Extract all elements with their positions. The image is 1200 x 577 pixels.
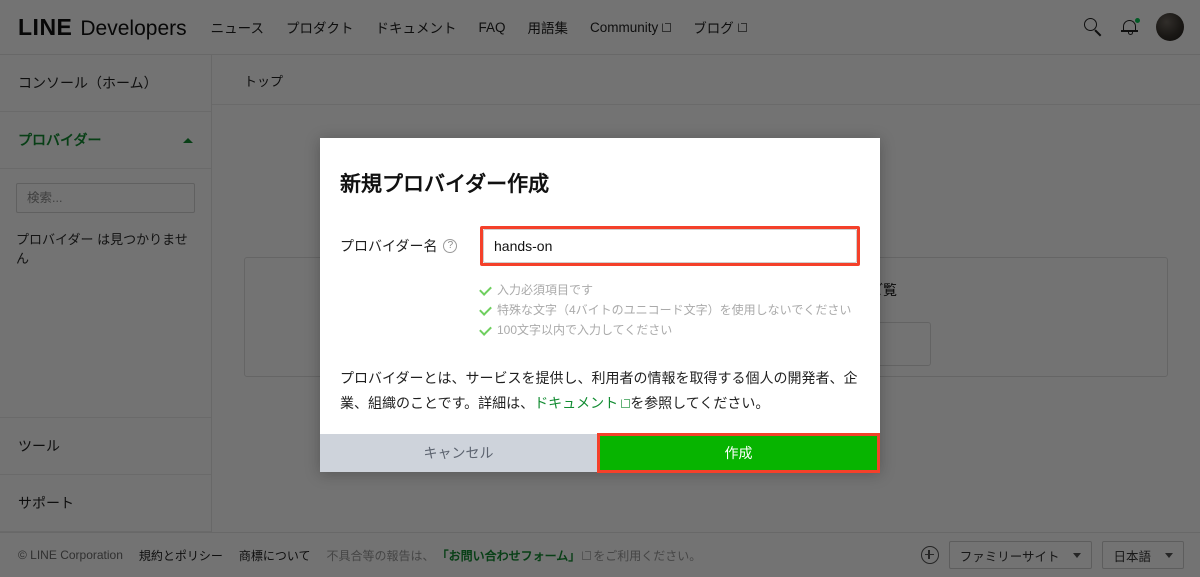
field-label-text: プロバイダー名 xyxy=(340,238,438,254)
dialog-actions: キャンセル 作成 xyxy=(320,433,880,474)
description-part2: を参照してください。 xyxy=(630,395,770,412)
validation-hint: 入力必須項目です xyxy=(479,280,860,300)
provider-name-input[interactable] xyxy=(483,229,857,263)
create-button[interactable]: 作成 xyxy=(600,436,877,471)
check-icon xyxy=(479,323,492,336)
dialog-title: 新規プロバイダー作成 xyxy=(340,173,550,196)
validation-hint: 特殊な文字（4バイトのユニコード文字）を使用しないでください xyxy=(479,300,860,320)
create-button-highlight: 作成 xyxy=(597,433,880,474)
provider-name-field-row: プロバイダー名 ? xyxy=(340,226,860,266)
validation-hint-text: 100文字以内で入力してください xyxy=(497,323,673,337)
validation-hint-text: 特殊な文字（4バイトのユニコード文字）を使用しないでください xyxy=(497,303,852,317)
input-highlight-box xyxy=(480,226,860,266)
documentation-link[interactable]: ドキュメント xyxy=(534,391,631,416)
external-link-icon xyxy=(621,399,631,409)
validation-hint: 100文字以内で入力してください xyxy=(479,320,860,340)
cancel-button[interactable]: キャンセル xyxy=(320,434,597,473)
dialog-description: プロバイダーとは、サービスを提供し、利用者の情報を取得する個人の開発者、企業、組… xyxy=(340,366,860,416)
validation-hint-list: 入力必須項目です 特殊な文字（4バイトのユニコード文字）を使用しないでください … xyxy=(479,280,860,340)
validation-hint-text: 入力必須項目です xyxy=(497,283,594,297)
create-provider-dialog: 新規プロバイダー作成 プロバイダー名 ? 入力必須項目です 特殊な文字（4バイト… xyxy=(320,138,880,474)
app-root: LINE Developers ニュース プロダクト ドキュメント FAQ 用語… xyxy=(0,0,1200,577)
dialog-body: 新規プロバイダー作成 プロバイダー名 ? 入力必須項目です 特殊な文字（4バイト… xyxy=(320,138,880,434)
provider-name-label: プロバイダー名 ? xyxy=(340,236,480,256)
check-icon xyxy=(479,303,492,316)
check-icon xyxy=(479,283,492,296)
documentation-link-text: ドキュメント xyxy=(534,395,619,412)
help-icon[interactable]: ? xyxy=(443,239,458,253)
